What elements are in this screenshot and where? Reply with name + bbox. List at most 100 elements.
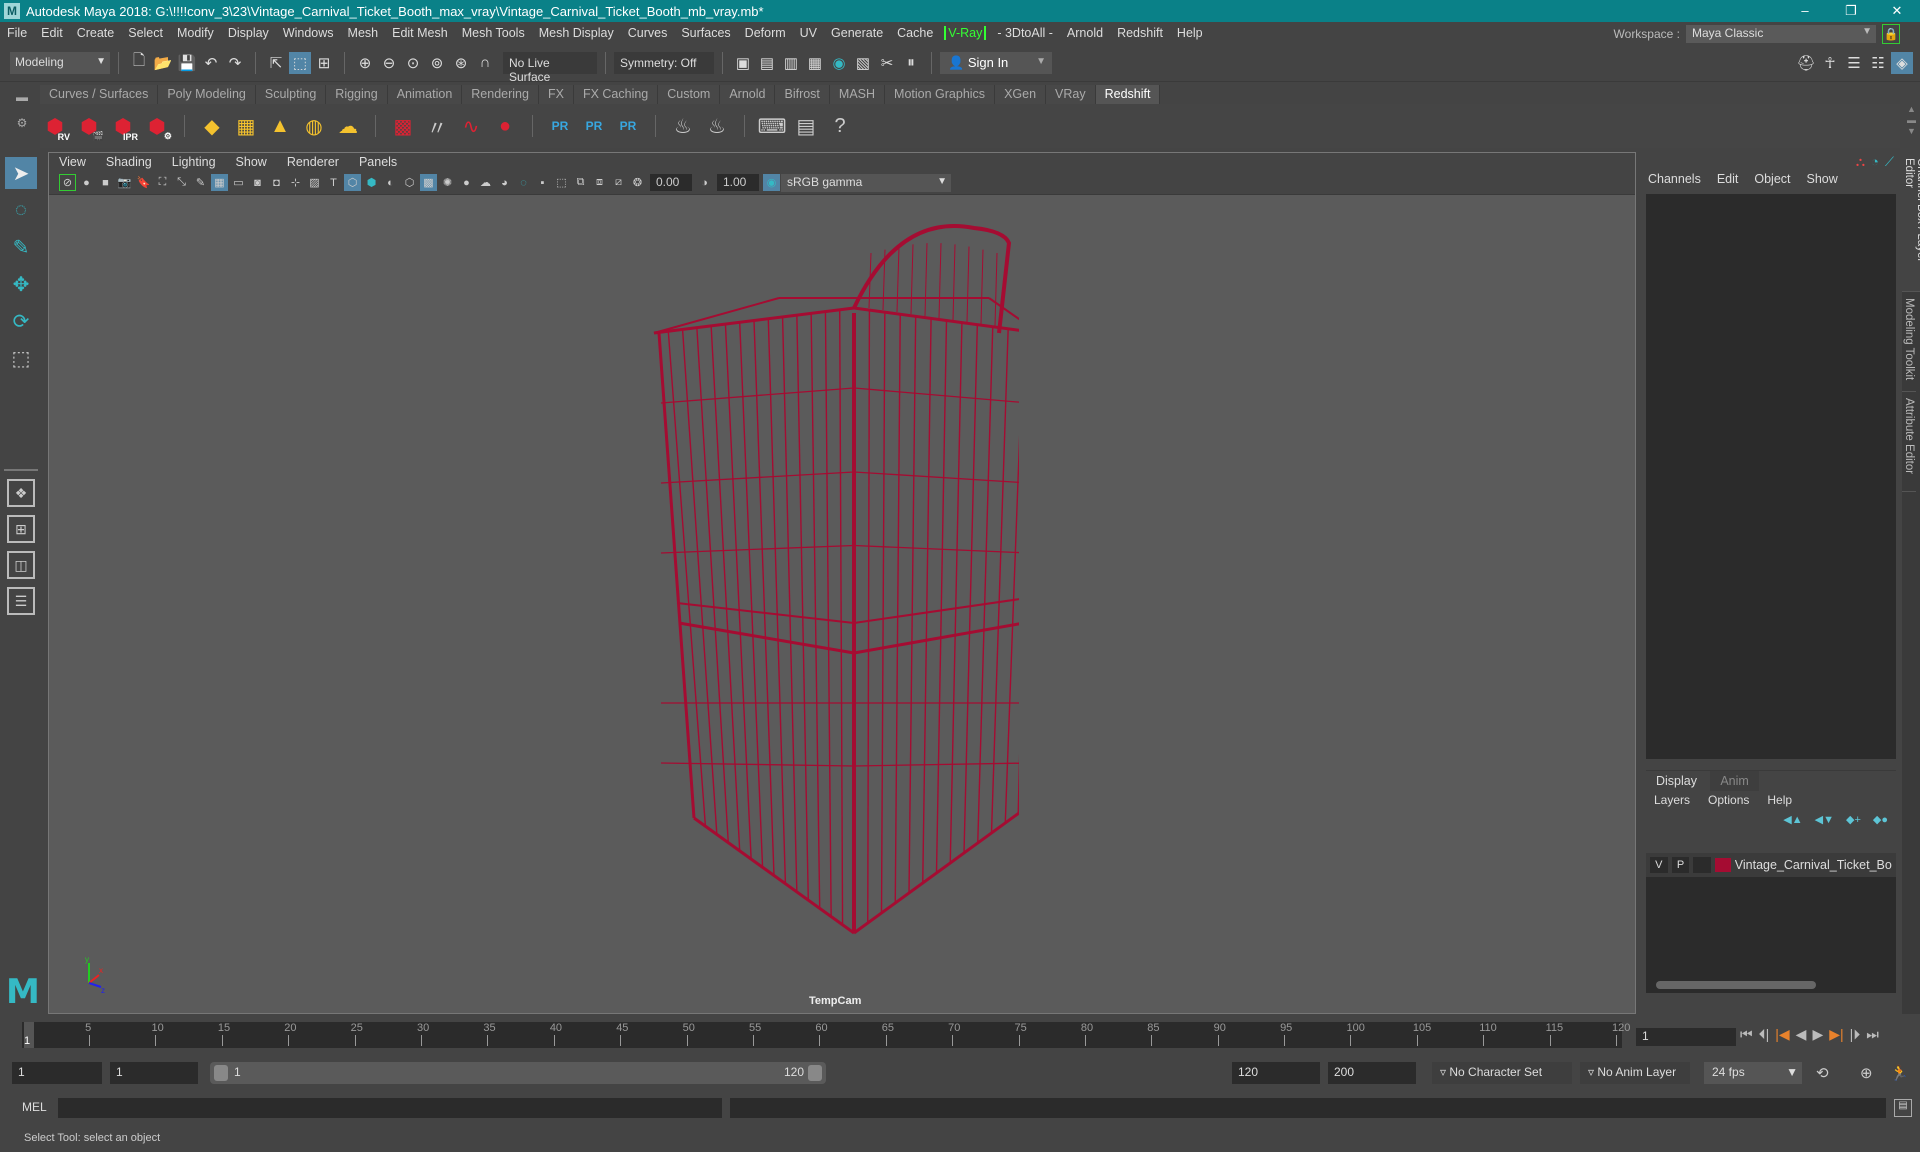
shelf-scroll[interactable]: ▲ ▬ ▼ (1907, 104, 1916, 137)
shelf-tab-custom[interactable]: Custom (658, 85, 721, 105)
step-forward-key-icon[interactable]: ▶| (1829, 1026, 1843, 1043)
film-gate-icon[interactable]: ▭ (230, 174, 247, 191)
viewport-menu-panels[interactable]: Panels (349, 155, 407, 169)
viewport-menu-renderer[interactable]: Renderer (277, 155, 349, 169)
attribute-toggle-icon[interactable]: ⟋ (1885, 154, 1894, 170)
layer-display-type-toggle[interactable] (1693, 857, 1712, 873)
menu-uv[interactable]: UV (793, 26, 824, 40)
rs-hair-icon[interactable]: 〃 (422, 110, 452, 142)
snap-curve-icon[interactable]: ⊖ (378, 52, 400, 74)
scale-tool-icon[interactable]: ⬚ (5, 342, 37, 374)
new-scene-icon[interactable]: 🗋 (128, 52, 150, 74)
shelf-tab-bifrost[interactable]: Bifrost (775, 85, 830, 105)
channel-menu-channels[interactable]: Channels (1648, 172, 1701, 186)
x-ray-icon[interactable]: ▩ (420, 174, 437, 191)
resolution-gate-icon[interactable]: ◙ (249, 174, 266, 191)
channel-menu-edit[interactable]: Edit (1717, 172, 1739, 186)
rs-proxy-convert-icon[interactable]: PR (613, 110, 643, 142)
redo-icon[interactable]: ↷ (224, 52, 246, 74)
play-backward-icon[interactable]: ◀ (1796, 1026, 1807, 1043)
shelf-settings-icon[interactable]: ⚙ (10, 116, 34, 130)
rs-portal-light-icon[interactable]: ▦ (231, 110, 261, 142)
rs-proxy-import-icon[interactable]: PR (579, 110, 609, 142)
rs-ipr-icon[interactable]: ⬢ IPR (108, 110, 138, 143)
maximize-button[interactable]: ❐ (1828, 0, 1874, 22)
character-set-dropdown[interactable]: ▿ No Character Set (1432, 1062, 1572, 1084)
side-tab-channel-box[interactable]: Channel Box / Layer Editor (1902, 152, 1920, 292)
rs-bake-1-icon[interactable]: ♨ (668, 110, 698, 142)
new-layer-selected-icon[interactable]: ◆● (1873, 813, 1888, 826)
rs-sphere-icon[interactable]: ● (490, 110, 520, 142)
shelf-tab-xgen[interactable]: XGen (995, 85, 1047, 105)
shelf-tab-motion-graphics[interactable]: Motion Graphics (885, 85, 996, 105)
shelf-tab-mash[interactable]: MASH (829, 85, 886, 105)
step-back-key-icon[interactable]: |◀ (1775, 1026, 1789, 1043)
shelf-tab-rigging[interactable]: Rigging (326, 85, 388, 105)
time-slider-track[interactable]: 1 5 10 15 20 25 30 35 40 45 50 55 60 65 70 75 80 85 90 95 1… (22, 1022, 1630, 1048)
open-scene-icon[interactable]: 📂 (152, 52, 174, 74)
move-layer-up-icon[interactable]: ◀▲ (1783, 813, 1802, 826)
channel-menu-object[interactable]: Object (1754, 172, 1790, 186)
shelf-tab-sculpting[interactable]: Sculpting (255, 85, 327, 105)
animation-preferences-icon[interactable]: 🏃 (1890, 1064, 1909, 1082)
new-empty-layer-icon[interactable]: ◆+ (1846, 813, 1861, 826)
gate-mask-icon[interactable]: ◘ (268, 174, 285, 191)
menu-curves[interactable]: Curves (621, 26, 675, 40)
rs-sun-sky-icon[interactable]: ☁ (333, 110, 363, 142)
hypershade-icon[interactable]: ◉ (828, 52, 850, 74)
menu-set-dropdown[interactable]: Modeling (10, 51, 110, 74)
channel-box-area[interactable] (1646, 194, 1896, 759)
menu-edit-mesh[interactable]: Edit Mesh (385, 26, 455, 40)
layer-row[interactable]: V P Vintage_Carnival_Ticket_Booth (1646, 853, 1896, 877)
playback-start-field[interactable]: 1 (110, 1062, 198, 1084)
anti-alias-icon[interactable]: ◌ (515, 174, 532, 191)
shelf-tab-fx[interactable]: FX (538, 85, 574, 105)
lasso-tool-icon[interactable]: ◌ (5, 194, 37, 226)
layer-tab-display[interactable]: Display (1646, 771, 1707, 791)
rs-rope-icon[interactable]: ∿ (456, 110, 486, 142)
scrollbar-thumb[interactable] (1656, 981, 1816, 989)
human-ik-icon[interactable]: ☥ (1819, 52, 1841, 74)
rs-area-light-icon[interactable]: ◆ (197, 110, 227, 142)
shelf-tab-curves-surfaces[interactable]: Curves / Surfaces (40, 85, 159, 105)
minimize-button[interactable]: – (1782, 0, 1828, 22)
channel-menu-show[interactable]: Show (1807, 172, 1838, 186)
animation-end-field[interactable]: 200 (1328, 1062, 1416, 1084)
shelf-tab-rendering[interactable]: Rendering (462, 85, 539, 105)
rs-script-editor-icon[interactable]: ⌨ (757, 110, 787, 142)
grease-pencil-icon[interactable]: ✎ (192, 174, 209, 191)
menu-help[interactable]: Help (1170, 26, 1210, 40)
layer-name[interactable]: Vintage_Carnival_Ticket_Booth (1735, 858, 1892, 872)
menu-deform[interactable]: Deform (738, 26, 793, 40)
current-frame-field[interactable]: 1 (1636, 1028, 1736, 1046)
go-to-start-icon[interactable]: ⏮ (1740, 1026, 1753, 1043)
rs-volume-icon[interactable]: ▩ (388, 110, 418, 142)
viewport-menu-shading[interactable]: Shading (96, 155, 162, 169)
xray-active-icon[interactable]: ⧈ (591, 174, 608, 191)
tool-settings-icon[interactable]: ☷ (1867, 52, 1889, 74)
menu-vray[interactable]: V-Ray (944, 26, 987, 40)
script-editor-icon[interactable]: ▤ (1894, 1099, 1912, 1117)
gamma-field[interactable]: 1.00 (717, 174, 759, 191)
ticket-booth-wireframe[interactable] (599, 203, 1019, 963)
range-slider-bar[interactable]: 1 120 (210, 1062, 826, 1084)
ipr-render-icon[interactable]: ▥ (780, 52, 802, 74)
layer-visibility-toggle[interactable]: V (1650, 857, 1668, 873)
step-forward-frame-icon[interactable]: |⏵ (1850, 1026, 1861, 1043)
snap-grid-icon[interactable]: ⊕ (354, 52, 376, 74)
rs-render-view-icon[interactable]: ⬢ RV (40, 110, 70, 143)
viewport-panel[interactable]: View Shading Lighting Show Renderer Pane… (48, 152, 1636, 1014)
shelf-tab-poly-modeling[interactable]: Poly Modeling (158, 85, 256, 105)
save-scene-icon[interactable]: 💾 (176, 52, 198, 74)
camera-attributes-icon[interactable]: ■ (97, 174, 114, 191)
rs-bake-2-icon[interactable]: ♨ (702, 110, 732, 142)
layer-playback-toggle[interactable]: P (1671, 857, 1690, 873)
menu-generate[interactable]: Generate (824, 26, 890, 40)
layer-menu-options[interactable]: Options (1708, 793, 1749, 807)
shelf-tab-fx-caching[interactable]: FX Caching (573, 85, 659, 105)
workspace-dropdown[interactable]: Maya Classic (1686, 25, 1876, 43)
menu-file[interactable]: File (0, 26, 34, 40)
image-plane-icon[interactable]: ⛶ (154, 174, 171, 191)
color-management-toggle-icon[interactable]: ◉ (763, 174, 780, 191)
menu-windows[interactable]: Windows (276, 26, 341, 40)
